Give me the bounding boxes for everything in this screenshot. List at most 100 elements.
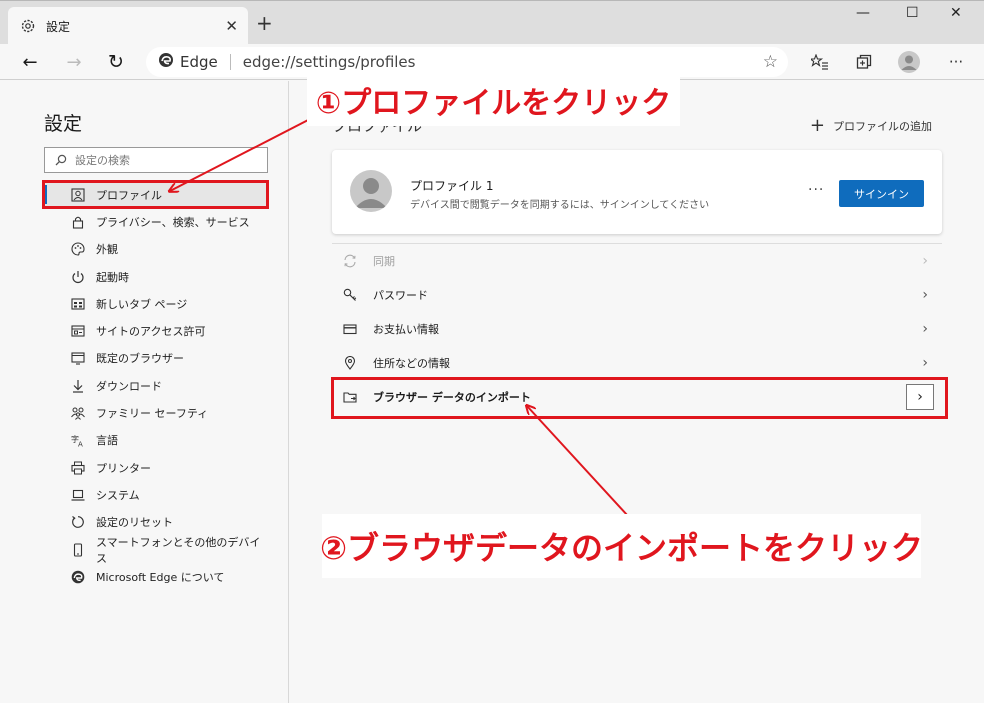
sidebar-item-label: ダウンロード xyxy=(96,379,162,393)
favorites-button[interactable] xyxy=(808,50,832,74)
settings-more-button[interactable]: ··· xyxy=(944,50,968,74)
tab-title: 設定 xyxy=(46,19,71,34)
chevron-right-icon: › xyxy=(922,321,928,337)
sidebar-item-label: 外観 xyxy=(96,243,118,257)
forward-arrow-icon: → xyxy=(66,51,82,73)
printer-icon xyxy=(70,460,86,476)
sidebar-item-privacy[interactable]: プライバシー、検索、サービス xyxy=(44,208,268,235)
url-text[interactable]: edge://settings/profiles xyxy=(243,53,416,71)
forward-button[interactable]: → xyxy=(62,50,86,74)
row-sync[interactable]: 同期 › xyxy=(332,244,942,278)
collections-button[interactable] xyxy=(852,50,876,74)
sidebar-item-site-permissions[interactable]: サイトのアクセス許可 xyxy=(44,317,268,344)
language-icon: 字A xyxy=(70,432,86,448)
tab-settings[interactable]: 設定 ✕ xyxy=(8,7,248,45)
chevron-right-icon: › xyxy=(922,253,928,269)
sidebar-item-system[interactable]: システム xyxy=(44,481,268,508)
phone-icon xyxy=(70,542,86,558)
highlight-box-import xyxy=(331,377,948,419)
palette-icon xyxy=(70,241,86,257)
lock-icon xyxy=(70,214,86,230)
reset-icon xyxy=(70,514,86,530)
back-arrow-icon: ← xyxy=(22,51,38,73)
sync-icon xyxy=(342,253,358,269)
sidebar-item-label: ファミリー セーフティ xyxy=(96,407,209,421)
plus-icon: + xyxy=(809,115,825,136)
svg-text:A: A xyxy=(78,441,83,448)
profile-description: デバイス間で閲覧データを同期するには、サインインしてください xyxy=(410,200,710,211)
avatar-icon xyxy=(898,51,920,73)
gear-icon xyxy=(20,18,36,34)
row-passwords[interactable]: パスワード › xyxy=(332,278,942,312)
minimize-button[interactable]: — xyxy=(856,5,870,21)
site-permissions-icon xyxy=(70,323,86,339)
back-button[interactable]: ← xyxy=(18,50,42,74)
sidebar-item-printers[interactable]: プリンター xyxy=(44,454,268,481)
row-label: お支払い情報 xyxy=(373,323,439,336)
sidebar-item-phone-devices[interactable]: スマートフォンとその他のデバイス xyxy=(44,535,268,565)
row-addresses[interactable]: 住所などの情報 › xyxy=(332,346,942,380)
sidebar-item-label: 新しいタブ ページ xyxy=(96,297,188,311)
row-label: 同期 xyxy=(373,255,395,268)
sidebar-item-label: 言語 xyxy=(96,434,118,448)
favorites-list-icon xyxy=(811,54,828,70)
new-tab-page-icon xyxy=(70,296,86,312)
profile-more-button[interactable]: ··· xyxy=(808,182,824,198)
sidebar-item-startup[interactable]: 起動時 xyxy=(44,263,268,290)
signin-button[interactable]: サインイン xyxy=(839,180,924,207)
sidebar-item-default-browser[interactable]: 既定のブラウザー xyxy=(44,345,268,372)
settings-sidebar: 設定 設定の検索 プロファイル プライバシー、検索、サービス 外観 起動時 新し… xyxy=(0,81,289,703)
avatar xyxy=(350,170,392,212)
chevron-right-icon: › xyxy=(922,355,928,371)
row-label: 住所などの情報 xyxy=(373,357,450,370)
collections-icon xyxy=(856,54,872,69)
add-profile-label: プロファイルの追加 xyxy=(833,119,932,133)
settings-search-input[interactable]: 設定の検索 xyxy=(44,147,268,173)
close-tab-icon[interactable]: ✕ xyxy=(225,17,238,35)
power-icon xyxy=(70,269,86,285)
system-icon xyxy=(70,487,86,503)
sidebar-item-label: プリンター xyxy=(96,461,151,475)
family-icon xyxy=(70,405,86,421)
favorite-star-icon[interactable]: ☆ xyxy=(763,52,778,72)
close-window-button[interactable]: ✕ xyxy=(950,5,962,21)
search-placeholder: 設定の検索 xyxy=(75,154,130,167)
title-bar: 設定 ✕ + — ☐ ✕ xyxy=(0,0,984,45)
sidebar-item-downloads[interactable]: ダウンロード xyxy=(44,372,268,399)
edge-logo-icon xyxy=(158,52,174,72)
sidebar-title: 設定 xyxy=(44,113,83,135)
sidebar-item-languages[interactable]: 字A 言語 xyxy=(44,427,268,454)
sidebar-item-about-edge[interactable]: Microsoft Edge について xyxy=(44,563,268,590)
callout-step1: ①プロファイルをクリック xyxy=(307,73,680,126)
default-browser-icon xyxy=(70,350,86,366)
row-payment-info[interactable]: お支払い情報 › xyxy=(332,312,942,346)
refresh-button[interactable]: ↻ xyxy=(104,50,128,74)
sidebar-nav: プロファイル プライバシー、検索、サービス 外観 起動時 新しいタブ ページ サ… xyxy=(44,181,268,590)
new-tab-button[interactable]: + xyxy=(256,13,273,33)
search-icon xyxy=(55,154,67,166)
app-label: Edge xyxy=(180,53,218,71)
card-icon xyxy=(342,321,358,337)
refresh-icon: ↻ xyxy=(108,51,124,73)
profile-avatar-button[interactable] xyxy=(897,50,921,74)
sidebar-item-label: プライバシー、検索、サービス xyxy=(96,215,250,229)
sidebar-item-new-tab-page[interactable]: 新しいタブ ページ xyxy=(44,290,268,317)
callout-step2: ②ブラウザデータのインポートをクリック xyxy=(320,514,923,578)
sidebar-item-appearance[interactable]: 外観 xyxy=(44,236,268,263)
download-icon xyxy=(70,378,86,394)
location-icon xyxy=(342,355,358,371)
add-profile-button[interactable]: + プロファイルの追加 xyxy=(810,115,932,136)
sidebar-item-reset[interactable]: 設定のリセット xyxy=(44,509,268,536)
profile-name: プロファイル 1 xyxy=(410,179,494,193)
profile-card: プロファイル 1 デバイス間で閲覧データを同期するには、サインインしてください … xyxy=(332,150,942,234)
sidebar-item-family-safety[interactable]: ファミリー セーフティ xyxy=(44,399,268,426)
chevron-right-icon: › xyxy=(922,287,928,303)
sidebar-item-label: 起動時 xyxy=(96,270,129,284)
row-label: パスワード xyxy=(373,289,428,302)
sidebar-item-label: サイトのアクセス許可 xyxy=(96,325,206,339)
sidebar-item-label: Microsoft Edge について xyxy=(96,570,225,584)
sidebar-item-label: システム xyxy=(96,488,140,502)
highlight-box-profiles xyxy=(42,180,269,209)
sidebar-item-label: スマートフォンとその他のデバイス xyxy=(96,535,261,565)
maximize-button[interactable]: ☐ xyxy=(906,5,919,21)
